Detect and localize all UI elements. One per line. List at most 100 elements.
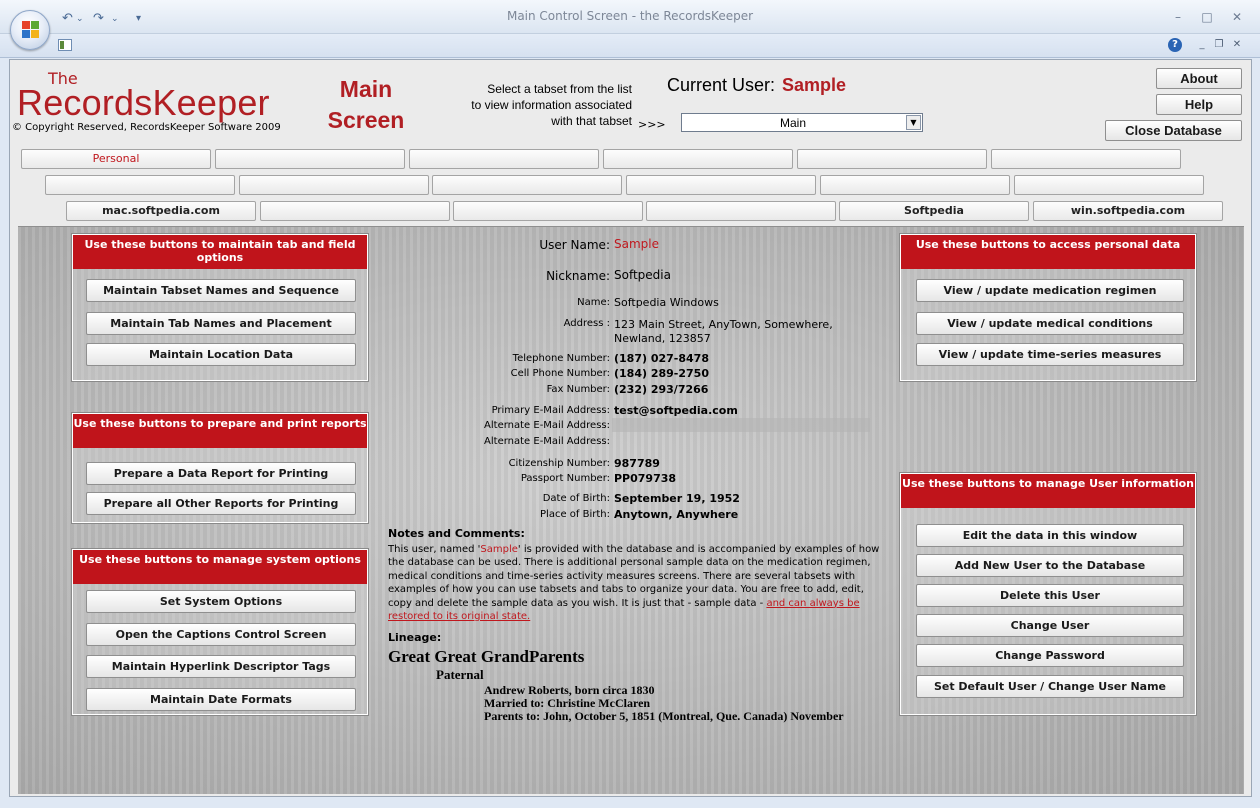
lineage-title: Great Great GrandParents	[388, 647, 585, 666]
doc-close-button[interactable]: ✕	[1228, 38, 1246, 52]
maintain-tabset-names-button[interactable]: Maintain Tabset Names and Sequence	[86, 279, 356, 302]
page-title-line2: Screen	[327, 107, 405, 133]
cell-label: Cell Phone Number:	[510, 368, 610, 379]
tab-button[interactable]	[453, 201, 643, 221]
set-system-options-button[interactable]: Set System Options	[86, 590, 356, 613]
office-logo-icon	[22, 21, 40, 39]
ribbon-bar: ? _ ❐ ✕	[0, 34, 1260, 58]
page-title: Main Screen	[310, 74, 422, 136]
tab-button[interactable]	[239, 175, 429, 195]
change-user-button[interactable]: Change User	[916, 614, 1184, 637]
tab-mac-softpedia[interactable]: mac.softpedia.com	[66, 201, 256, 221]
medical-conditions-button[interactable]: View / update medical conditions	[916, 312, 1184, 335]
dropdown-arrow-icon[interactable]: ▼	[906, 115, 921, 130]
instruction-line: to view information associated	[471, 98, 632, 112]
panel-header: Use these buttons to manage User informa…	[901, 474, 1195, 508]
tab-button[interactable]	[215, 149, 405, 169]
tabset-instructions: Select a tabset from the list to view in…	[434, 81, 632, 129]
passport-value: PP079738	[614, 472, 677, 485]
maintain-location-data-button[interactable]: Maintain Location Data	[86, 343, 356, 366]
tab-button[interactable]	[646, 201, 836, 221]
telephone-label: Telephone Number:	[512, 353, 610, 364]
tab-win-softpedia[interactable]: win.softpedia.com	[1033, 201, 1223, 221]
address-label: Address :	[563, 318, 610, 329]
lineage-heading: Lineage:	[388, 631, 442, 644]
maximize-button[interactable]: □	[1194, 8, 1220, 26]
panel-header: Use these buttons to manage system optio…	[73, 550, 367, 584]
captions-control-button[interactable]: Open the Captions Control Screen	[86, 623, 356, 646]
tab-button[interactable]	[260, 201, 450, 221]
date-formats-button[interactable]: Maintain Date Formats	[86, 688, 356, 711]
panel-header: Use these buttons to maintain tab and fi…	[73, 235, 367, 269]
notes-text: This user, named 'Sample' is provided wi…	[388, 543, 884, 623]
tab-button[interactable]	[797, 149, 987, 169]
app-name: RecordsKeeper	[17, 82, 270, 123]
prepare-data-report-button[interactable]: Prepare a Data Report for Printing	[86, 462, 356, 485]
about-button[interactable]: About	[1156, 68, 1242, 89]
prepare-other-reports-button[interactable]: Prepare all Other Reports for Printing	[86, 492, 356, 515]
hyperlink-tags-button[interactable]: Maintain Hyperlink Descriptor Tags	[86, 655, 356, 678]
panel-header: Use these buttons to prepare and print r…	[73, 414, 367, 448]
content-area: Use these buttons to maintain tab and fi…	[18, 226, 1244, 794]
tab-personal[interactable]: Personal	[21, 149, 211, 169]
add-user-button[interactable]: Add New User to the Database	[916, 554, 1184, 577]
arrows-label: >>>	[638, 118, 666, 131]
copyright-text: © Copyright Reserved, RecordsKeeper Soft…	[12, 122, 281, 133]
address-line1: 123 Main Street, AnyTown, Somewhere,	[614, 318, 833, 331]
edit-data-button[interactable]: Edit the data in this window	[916, 524, 1184, 547]
name-label: Name:	[577, 297, 610, 308]
tab-button[interactable]	[626, 175, 816, 195]
lineage-line: Parents to: John, October 5, 1851 (Montr…	[484, 709, 844, 723]
time-series-measures-button[interactable]: View / update time-series measures	[916, 343, 1184, 366]
tab-button[interactable]	[820, 175, 1010, 195]
current-user-label: Current User:	[667, 75, 776, 95]
primary-email-label: Primary E-Mail Address:	[491, 405, 610, 416]
tab-button[interactable]	[1014, 175, 1204, 195]
tab-button[interactable]	[409, 149, 599, 169]
tab-button[interactable]	[432, 175, 622, 195]
name-value: Softpedia Windows	[614, 296, 719, 309]
close-database-button[interactable]: Close Database	[1105, 120, 1242, 141]
username-label: User Name:	[539, 238, 610, 252]
alternate-email-field	[612, 418, 870, 432]
set-default-user-button[interactable]: Set Default User / Change User Name	[916, 675, 1184, 698]
help-button[interactable]: Help	[1156, 94, 1242, 115]
help-icon[interactable]: ?	[1168, 38, 1182, 52]
citizenship-label: Citizenship Number:	[508, 458, 610, 469]
notes-heading: Notes and Comments:	[388, 527, 525, 540]
change-password-button[interactable]: Change Password	[916, 644, 1184, 667]
passport-label: Passport Number:	[520, 473, 610, 484]
minimize-button[interactable]: –	[1165, 8, 1191, 26]
nickname-label: Nickname:	[546, 269, 610, 283]
cell-value: (184) 289-2750	[614, 367, 709, 380]
address-line2: Newland, 123857	[614, 332, 711, 345]
instruction-line: Select a tabset from the list	[487, 82, 632, 96]
pob-value: Anytown, Anywhere	[614, 508, 739, 521]
close-button[interactable]: ✕	[1224, 8, 1250, 26]
lineage-side: Paternal	[436, 667, 484, 682]
doc-minimize-button[interactable]: _	[1193, 38, 1211, 52]
office-button[interactable]	[10, 10, 50, 50]
user-info-panel: Use these buttons to manage User informa…	[900, 473, 1196, 715]
reports-panel: Use these buttons to prepare and print r…	[72, 413, 368, 523]
instruction-line: with that tabset	[551, 114, 632, 128]
medication-regimen-button[interactable]: View / update medication regimen	[916, 279, 1184, 302]
maintain-tab-names-button[interactable]: Maintain Tab Names and Placement	[86, 312, 356, 335]
alternate-email-label: Alternate E-Mail Address:	[484, 436, 610, 447]
doc-restore-button[interactable]: ❐	[1210, 38, 1228, 52]
tab-softpedia[interactable]: Softpedia	[839, 201, 1029, 221]
tab-button[interactable]	[991, 149, 1181, 169]
fax-label: Fax Number:	[546, 384, 610, 395]
personal-data-panel: Use these buttons to access personal dat…	[900, 234, 1196, 381]
primary-email-value: test@softpedia.com	[614, 404, 738, 417]
tab-button[interactable]	[45, 175, 235, 195]
delete-user-button[interactable]: Delete this User	[916, 584, 1184, 607]
tabset-selected-value: Main	[779, 116, 806, 130]
tabset-select[interactable]: Main ▼	[681, 113, 923, 132]
tab-options-panel: Use these buttons to maintain tab and fi…	[72, 234, 368, 381]
tab-button[interactable]	[603, 149, 793, 169]
citizenship-value: 987789	[614, 457, 660, 470]
page-title-line1: Main	[339, 76, 393, 102]
nickname-value: Softpedia	[614, 268, 671, 282]
pob-label: Place of Birth:	[540, 509, 610, 520]
